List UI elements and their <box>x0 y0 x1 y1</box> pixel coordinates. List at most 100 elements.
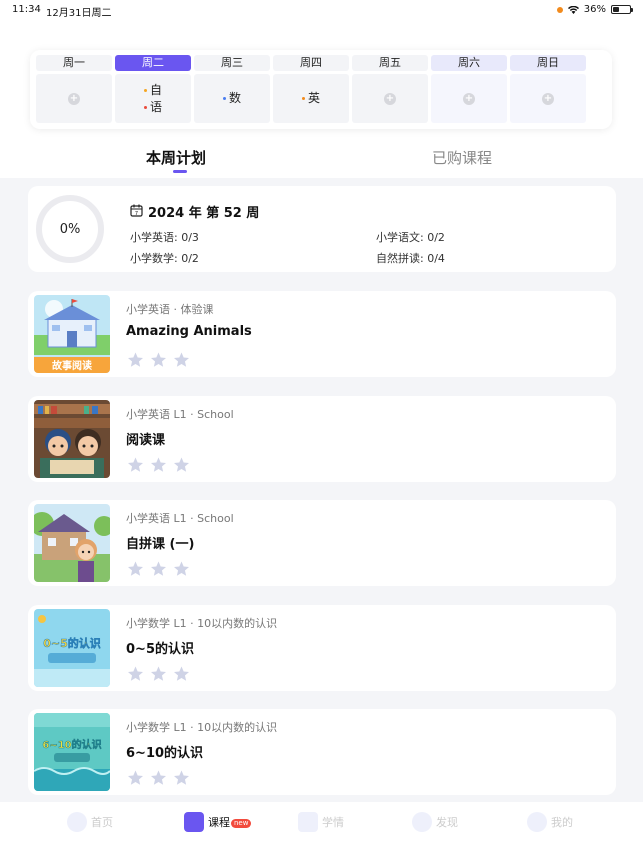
course-stars <box>126 665 191 683</box>
course-card[interactable]: 故事阅读 小学英语 · 体验课 Amazing Animals <box>28 291 616 377</box>
day-header[interactable]: 周四 <box>273 55 349 71</box>
stat-english: 小学英语: 0/3 <box>130 231 199 244</box>
day-header[interactable]: 周二 <box>115 55 191 71</box>
nav-home-label: 首页 <box>91 816 113 829</box>
course-stars <box>126 351 191 369</box>
tab-purchased-courses[interactable]: 已购课程 <box>432 147 492 168</box>
day-column: 周三数 <box>194 55 270 123</box>
day-header[interactable]: 周三 <box>194 55 270 71</box>
subject-tag: 自 <box>143 82 162 99</box>
wifi-icon <box>567 5 579 14</box>
star-icon <box>151 561 166 576</box>
course-card[interactable]: 小学英语 L1 · School 阅读课 <box>28 396 616 482</box>
subject-dot-icon <box>301 97 305 100</box>
weekly-summary-card: 0% 7 2024 年 第 52 周 小学英语: 0/3 小学语文: 0/2 小… <box>28 186 616 272</box>
day-header[interactable]: 周五 <box>352 55 428 71</box>
course-subtitle: 小学英语 · 体验课 <box>126 303 214 316</box>
day-column: 周五 + <box>352 55 428 123</box>
subject-tag: 数 <box>222 90 241 107</box>
thumbnail-label: 6~10的认识 <box>42 738 101 751</box>
thumbnail-label: 0~5的认识 <box>43 636 101 650</box>
nav-progress[interactable]: 学情 <box>298 812 344 832</box>
nav-discover[interactable]: 发现 <box>412 812 458 832</box>
star-icon <box>128 561 143 576</box>
chart-icon <box>298 812 318 832</box>
course-title: Amazing Animals <box>126 324 252 339</box>
nav-courses-label: 课程 <box>208 816 230 829</box>
star-icon <box>151 457 166 472</box>
day-cell[interactable]: 英 <box>273 74 349 123</box>
day-column: 周日 + <box>510 55 586 123</box>
day-cell[interactable]: + <box>431 74 507 123</box>
home-icon <box>67 812 87 832</box>
subject-label: 英 <box>307 91 320 105</box>
course-subtitle: 小学数学 L1 · 10以内数的认识 <box>126 617 278 630</box>
day-column: 周四英 <box>273 55 349 123</box>
course-thumbnail: 0~5的认识 <box>34 609 110 687</box>
nav-profile[interactable]: 我的 <box>527 812 573 832</box>
nav-home[interactable]: 首页 <box>67 812 113 832</box>
star-icon <box>128 457 143 472</box>
subject-dot-icon <box>222 97 226 100</box>
day-header[interactable]: 周一 <box>36 55 112 71</box>
subject-label: 自 <box>149 82 162 97</box>
star-icon <box>174 770 189 785</box>
add-icon[interactable]: + <box>384 92 396 105</box>
course-thumbnail: 故事阅读 <box>34 295 110 373</box>
subject-label: 数 <box>228 91 241 105</box>
subject-tag: 英 <box>301 90 320 107</box>
user-icon <box>527 812 547 832</box>
stat-chinese: 小学语文: 0/2 <box>376 231 445 244</box>
tab-bar: 本周计划 已购课程 <box>0 145 643 178</box>
star-icon <box>174 352 189 367</box>
recording-dot-icon <box>556 6 563 13</box>
nav-courses[interactable]: 课程 new <box>184 812 252 832</box>
course-title: 阅读课 <box>126 433 166 448</box>
add-icon[interactable]: + <box>463 92 475 105</box>
course-card[interactable]: 0~5的认识 小学数学 L1 · 10以内数的认识 0~5的认识 <box>28 605 616 691</box>
day-cell[interactable]: + <box>352 74 428 123</box>
course-card[interactable]: 6~10的认识 小学数学 L1 · 10以内数的认识 6~10的认识 <box>28 709 616 795</box>
day-header[interactable]: 周六 <box>431 55 507 71</box>
star-icon <box>174 457 189 472</box>
status-bar: 11:34 12月31日周二 36% <box>0 0 643 20</box>
course-stars <box>126 769 191 787</box>
week-calendar: 周一 + 周二自语周三数周四英周五 + 周六 + 周日 + <box>30 50 612 129</box>
star-icon <box>151 666 166 681</box>
battery-percent: 36% <box>583 4 606 15</box>
day-column: 周二自语 <box>115 55 191 123</box>
day-cell[interactable]: 自语 <box>115 74 191 123</box>
stat-math: 小学数学: 0/2 <box>130 252 199 265</box>
star-icon <box>151 352 166 367</box>
star-icon <box>174 666 189 681</box>
day-cell[interactable]: 数 <box>194 74 270 123</box>
nav-progress-label: 学情 <box>322 816 344 829</box>
nav-profile-label: 我的 <box>551 816 573 829</box>
star-icon <box>174 561 189 576</box>
week-grid: 周一 + 周二自语周三数周四英周五 + 周六 + 周日 + <box>36 55 606 123</box>
add-icon[interactable]: + <box>68 92 80 105</box>
course-thumbnail <box>34 400 110 478</box>
subject-dot-icon <box>143 105 147 109</box>
subject-dot-icon <box>143 88 147 92</box>
course-thumbnail: 6~10的认识 <box>34 713 110 791</box>
add-icon[interactable]: + <box>542 92 554 105</box>
day-column: 周六 + <box>431 55 507 123</box>
svg-text:7: 7 <box>135 211 138 217</box>
course-stars <box>126 456 191 474</box>
stat-phonics: 自然拼读: 0/4 <box>376 252 445 265</box>
course-stars <box>126 560 191 578</box>
nav-discover-label: 发现 <box>436 816 458 829</box>
course-subtitle: 小学英语 L1 · School <box>126 512 234 525</box>
star-icon <box>128 352 143 367</box>
course-card[interactable]: 小学英语 L1 · School 自拼课 (一) <box>28 500 616 586</box>
day-header[interactable]: 周日 <box>510 55 586 71</box>
course-icon <box>184 812 204 832</box>
progress-percent: 0% <box>59 221 81 237</box>
thumbnail-label: 故事阅读 <box>52 359 92 372</box>
status-time: 11:34 <box>12 4 41 15</box>
day-cell[interactable]: + <box>36 74 112 123</box>
bottom-nav: 首页 课程 new 学情 发现 我的 <box>0 802 643 858</box>
day-cell[interactable]: + <box>510 74 586 123</box>
tab-weekly-plan[interactable]: 本周计划 <box>146 147 206 168</box>
